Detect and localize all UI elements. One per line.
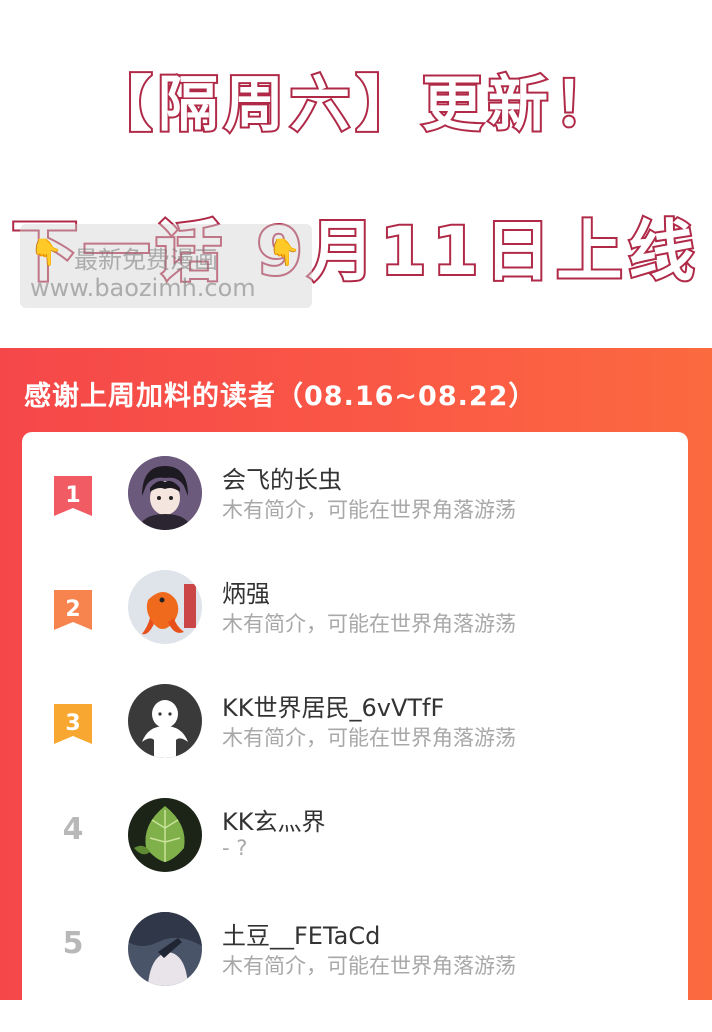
avatar[interactable] [128, 684, 202, 758]
reader-name: KK玄灬界 [222, 808, 326, 836]
reader-description: 木有简介，可能在世界角落游荡 [222, 612, 516, 636]
list-item[interactable]: 5 土豆__FETaCd 木有简介，可能在世界角落游荡 [22, 912, 688, 1012]
anime-boy-avatar-icon [128, 456, 202, 530]
thanks-panel: 感谢上周加料的读者（08.16~08.22） 1 会飞的长虫 木有简介，可能在世… [0, 348, 712, 1032]
pointing-down-icon: 👇 [268, 238, 301, 268]
rank-number: 3 [65, 711, 80, 736]
reader-name: 炳强 [222, 580, 270, 608]
list-item[interactable]: 1 会飞的长虫 木有简介，可能在世界角落游荡 [22, 456, 688, 556]
pointing-down-icon: 👇 [30, 238, 63, 268]
goldfish-avatar-icon [128, 570, 202, 644]
list-item[interactable]: 2 炳强 木有简介，可能在世界角落游荡 [22, 570, 688, 670]
rank-badge-icon: 3 [54, 704, 92, 744]
rank-badge-icon: 2 [54, 590, 92, 630]
reader-description: 木有简介，可能在世界角落游荡 [222, 726, 516, 750]
reader-list: 1 会飞的长虫 木有简介，可能在世界角落游荡 2 炳强 木有简介，可能在世界角落… [22, 432, 688, 1032]
rank-badge-icon: 1 [54, 476, 92, 516]
avatar[interactable] [128, 570, 202, 644]
avatar[interactable] [128, 456, 202, 530]
site-watermark: 👇 最新免费漫画 👇 www.baozimh.com [20, 224, 312, 308]
watermark-url: www.baozimh.com [30, 274, 256, 302]
list-item[interactable]: 4 KK玄灬界 - ? [22, 798, 688, 898]
update-schedule-headline: 【隔周六】更新！ [90, 68, 620, 142]
leaf-avatar-icon [128, 798, 202, 872]
reader-description: - ? [222, 836, 248, 860]
rank-number: 1 [65, 483, 80, 508]
reader-name: KK世界居民_6vVTfF [222, 694, 445, 722]
default-user-avatar-icon [128, 684, 202, 758]
rank-number: 2 [65, 597, 80, 622]
reader-name: 会飞的长虫 [222, 466, 342, 494]
dark-illustration-avatar-icon [128, 912, 202, 986]
rank-number: 4 [62, 812, 84, 847]
panel-title: 感谢上周加料的读者（08.16~08.22） [24, 381, 537, 412]
reader-description: 木有简介，可能在世界角落游荡 [222, 498, 516, 522]
rank-number: 5 [62, 926, 84, 961]
reader-description: 木有简介，可能在世界角落游荡 [222, 954, 516, 978]
reader-name: 土豆__FETaCd [222, 922, 381, 950]
avatar[interactable] [128, 798, 202, 872]
avatar[interactable] [128, 912, 202, 986]
list-item[interactable]: 3 KK世界居民_6vVTfF 木有简介，可能在世界角落游荡 [22, 684, 688, 784]
watermark-title: 最新免费漫画 [74, 246, 218, 274]
